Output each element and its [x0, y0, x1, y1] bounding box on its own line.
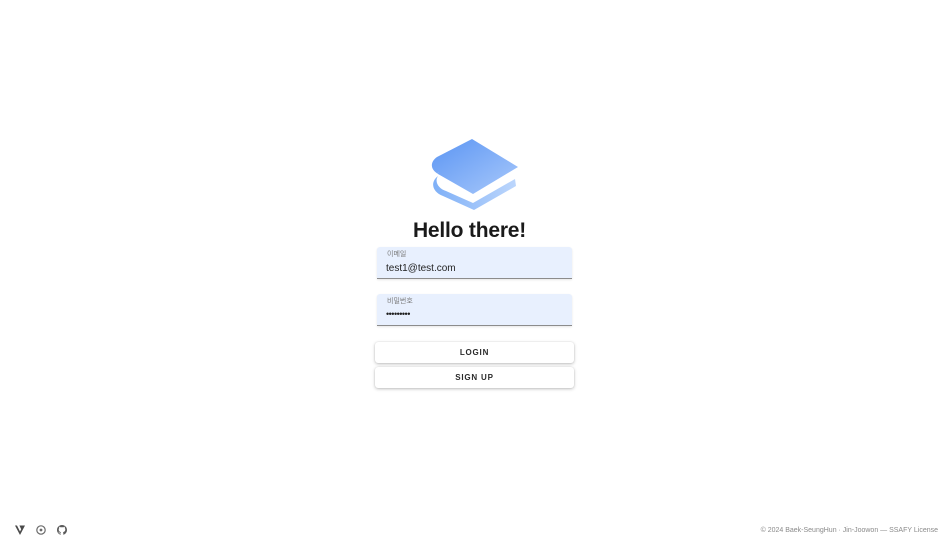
- email-field[interactable]: 이메일 test1@test.com: [377, 247, 572, 279]
- password-label: 비밀번호: [387, 298, 413, 305]
- login-button[interactable]: LOGIN: [375, 342, 574, 363]
- github-icon[interactable]: [56, 524, 68, 536]
- book-icon: [431, 139, 518, 210]
- page-title: Hello there!: [412, 219, 527, 242]
- settings-icon[interactable]: [35, 524, 47, 536]
- signup-button[interactable]: SIGN UP: [375, 367, 574, 388]
- password-field[interactable]: 비밀번호 •••••••••: [377, 294, 572, 326]
- vuetify-icon[interactable]: [14, 524, 26, 536]
- copyright-text: © 2024 Baek-SeungHun · Jin-Joowon — SSAF…: [760, 527, 938, 534]
- footer-icons: [14, 524, 68, 536]
- email-label: 이메일: [387, 251, 407, 258]
- email-input[interactable]: test1@test.com: [386, 262, 561, 275]
- login-page: Hello there! 이메일 test1@test.com 비밀번호 •••…: [0, 0, 939, 542]
- password-input[interactable]: •••••••••: [386, 308, 561, 321]
